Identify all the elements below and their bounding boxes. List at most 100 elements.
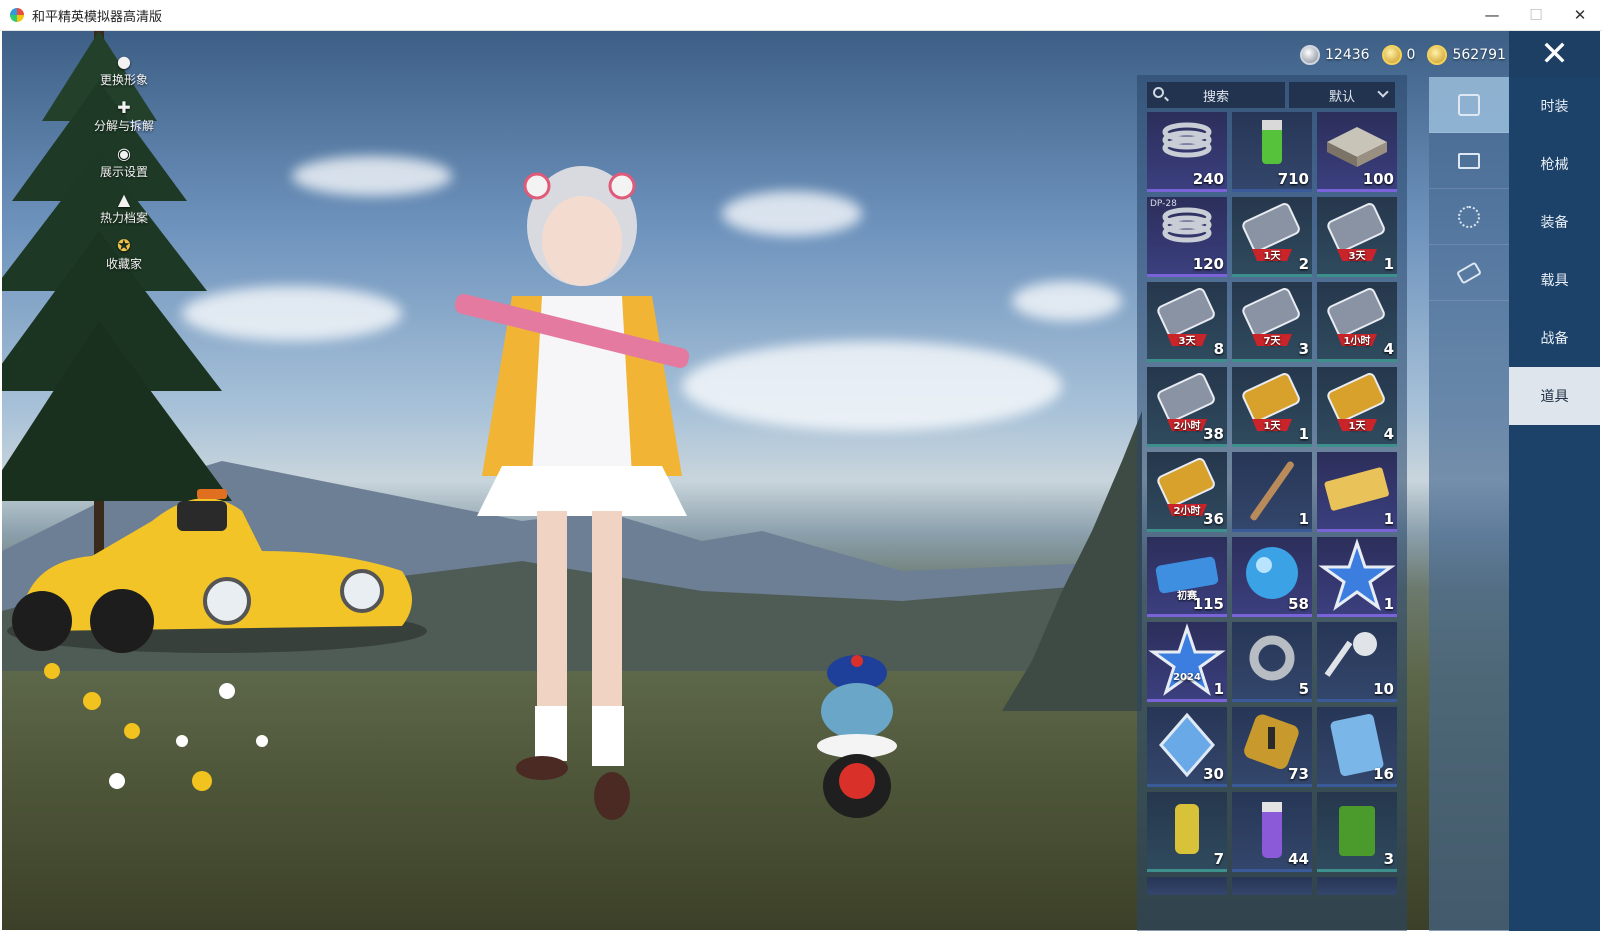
inventory-item[interactable]: 3 [1317, 792, 1397, 872]
currency-value: 562791 [1452, 47, 1506, 63]
heat-profile-button[interactable]: ▲ 热力档案 [74, 180, 174, 226]
item-quantity: 1 [1383, 510, 1394, 528]
cloud [722, 191, 862, 236]
inventory-item[interactable]: 5 [1232, 622, 1312, 702]
item-quantity: 710 [1277, 170, 1309, 188]
inventory-item[interactable] [1232, 877, 1312, 895]
item-quantity: 7 [1213, 850, 1224, 868]
inventory-item[interactable]: 10 [1317, 622, 1397, 702]
minimize-button[interactable]: — [1470, 0, 1514, 30]
inventory-item[interactable]: 7 [1147, 792, 1227, 872]
inventory-item[interactable]: 100 [1317, 112, 1397, 192]
inventory-item[interactable]: 1天 4 [1317, 367, 1397, 447]
display-settings-button[interactable]: ◉ 展示设置 [74, 134, 174, 180]
inventory-item[interactable]: 1 [1317, 452, 1397, 532]
player-character [454, 166, 690, 820]
emulator-window: 和平精英模拟器高清版 — ☐ ✕ ● 更换形象 ✚ 分解与拆解 ◉ 展示设置 ▲… [0, 0, 1602, 932]
inventory-item[interactable]: 3天 8 [1147, 282, 1227, 362]
decompose-button[interactable]: ✚ 分解与拆解 [74, 88, 174, 134]
item-quantity: 58 [1288, 595, 1309, 613]
collector-button[interactable]: ✪ 收藏家 [74, 226, 174, 272]
close-window-button[interactable]: ✕ [1558, 0, 1602, 30]
flowers [44, 663, 268, 791]
category-outfit-card[interactable] [1429, 77, 1509, 133]
category-chest[interactable] [1429, 133, 1509, 189]
inventory-item[interactable]: 240 [1147, 112, 1227, 192]
item-quantity: 5 [1298, 680, 1309, 698]
inventory-item[interactable]: 44 [1232, 792, 1312, 872]
inventory-item[interactable]: 16 [1317, 707, 1397, 787]
item-quantity: 10 [1373, 680, 1394, 698]
inventory-item[interactable] [1147, 877, 1227, 895]
item-quantity: 3 [1383, 850, 1394, 868]
inventory-item[interactable]: 2小时 36 [1147, 452, 1227, 532]
app-logo-icon [10, 8, 24, 22]
eye-icon: ◉ [117, 144, 131, 163]
item-grid: 240 710 100 DP-28 120 1天 2 3天 1 3天 8 7天 3 1小时 4 2小时 38 1天… [1147, 112, 1397, 895]
tab-5[interactable]: 道具 [1509, 367, 1600, 425]
currency-gold[interactable]: 562791 [1427, 45, 1506, 65]
window-title: 和平精英模拟器高清版 [32, 9, 163, 25]
item-quantity: 1 [1213, 680, 1224, 698]
tab-2[interactable]: 装备 [1509, 193, 1600, 251]
chevron-down-icon [1377, 86, 1389, 98]
person-icon: ● [117, 52, 131, 71]
maximize-button[interactable]: ☐ [1514, 0, 1558, 30]
menu-label: 更换形象 [99, 73, 148, 87]
inventory-item[interactable]: 58 [1232, 537, 1312, 617]
tab-1[interactable]: 枪械 [1509, 135, 1600, 193]
coupon-icon [1455, 260, 1483, 285]
inventory-item[interactable]: 3天 1 [1317, 197, 1397, 277]
inventory-item[interactable]: 1 [1232, 452, 1312, 532]
sort-dropdown[interactable]: 默认 [1289, 82, 1395, 108]
inventory-item[interactable]: 7天 3 [1232, 282, 1312, 362]
main-tabs: 时装 枪械 装备 载具 战备 道具 [1509, 77, 1600, 931]
inventory-item[interactable]: 710 [1232, 112, 1312, 192]
item-quantity: 115 [1192, 595, 1224, 613]
item-quantity: 44 [1288, 850, 1309, 868]
item-quantity: 3 [1298, 340, 1309, 358]
pilaf-pet [817, 655, 897, 818]
inventory-item[interactable]: DP-28 120 [1147, 197, 1227, 277]
inventory-item[interactable]: 1天 1 [1232, 367, 1312, 447]
item-quantity: 73 [1288, 765, 1309, 783]
item-quantity: 1 [1383, 595, 1394, 613]
tab-4[interactable]: 战备 [1509, 309, 1600, 367]
title-bar: 和平精英模拟器高清版 — ☐ ✕ [0, 0, 1602, 31]
close-icon: ✕ [1540, 34, 1569, 74]
currency-token[interactable]: 0 [1381, 45, 1416, 65]
inventory-item[interactable]: 73 [1232, 707, 1312, 787]
search-placeholder: 搜索 [1202, 89, 1229, 105]
inventory-item[interactable]: 2小时 38 [1147, 367, 1227, 447]
inventory-item[interactable]: 1天 2 [1232, 197, 1312, 277]
item-quantity: 16 [1373, 765, 1394, 783]
inventory-item[interactable] [1317, 877, 1397, 895]
item-quantity: 2 [1298, 255, 1309, 273]
item-quantity: 4 [1383, 340, 1394, 358]
currency-value: 0 [1406, 47, 1416, 63]
inventory-item[interactable]: 1小时 4 [1317, 282, 1397, 362]
tab-0[interactable]: 时装 [1509, 77, 1600, 135]
flame-icon: ▲ [117, 190, 131, 209]
inventory-item[interactable]: 初赛 115 [1147, 537, 1227, 617]
inventory-item[interactable]: 2024 1 [1147, 622, 1227, 702]
left-side-menu: ● 更换形象 ✚ 分解与拆解 ◉ 展示设置 ▲ 热力档案 ✪ 收藏家 [74, 42, 174, 272]
outfit-card-icon [1458, 93, 1480, 116]
inventory-item[interactable]: 1 [1317, 537, 1397, 617]
currency-silver[interactable]: 12436 [1300, 45, 1370, 65]
item-quantity: 30 [1203, 765, 1224, 783]
category-firework[interactable] [1429, 189, 1509, 245]
inventory-item[interactable]: 30 [1147, 707, 1227, 787]
window-controls: — ☐ ✕ [1470, 0, 1602, 30]
category-column [1429, 77, 1509, 931]
category-coupon[interactable] [1429, 245, 1509, 301]
change-outfit-button[interactable]: ● 更换形象 [74, 42, 174, 88]
gold-coin-icon [1427, 45, 1448, 65]
menu-label: 收藏家 [105, 257, 142, 271]
firework-icon [1458, 205, 1480, 228]
close-inventory-button[interactable]: ✕ [1509, 31, 1600, 77]
cliff [1002, 411, 1142, 711]
search-input[interactable]: 搜索 [1147, 82, 1285, 108]
tab-3[interactable]: 载具 [1509, 251, 1600, 309]
search-icon [1153, 87, 1164, 98]
